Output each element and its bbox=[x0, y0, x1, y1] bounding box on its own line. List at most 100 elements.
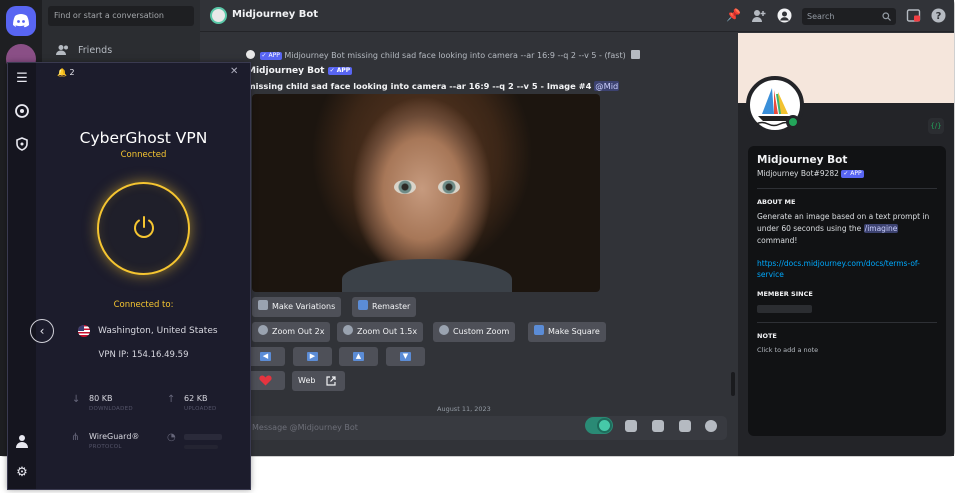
friends-icon bbox=[56, 45, 68, 55]
message-author[interactable]: Midjourney Bot ✓ APP bbox=[247, 66, 353, 76]
image-hoodie bbox=[342, 259, 512, 292]
message-text: missing child sad face looking into came… bbox=[247, 81, 620, 91]
zoom-out-1-5x-label: Zoom Out 1.5x bbox=[357, 327, 418, 336]
discord-logo-icon bbox=[13, 14, 29, 28]
uploaded-label: UPLOADED bbox=[184, 406, 217, 412]
pin-icon[interactable]: 📌 bbox=[726, 8, 741, 23]
make-variations-button[interactable]: Make Variations bbox=[252, 297, 342, 317]
image-left-eye bbox=[394, 180, 416, 194]
profile-name: Midjourney Bot bbox=[757, 154, 848, 166]
gift-icon[interactable] bbox=[625, 420, 637, 432]
search-input[interactable]: Search bbox=[802, 8, 896, 25]
pan-left-button[interactable]: ◀ bbox=[246, 347, 285, 366]
generated-image[interactable] bbox=[252, 94, 600, 292]
connection-status: Connected bbox=[120, 150, 167, 160]
new-badge-icon bbox=[358, 300, 368, 310]
member-since-value bbox=[757, 305, 812, 313]
server-location[interactable]: Washington, United States bbox=[78, 325, 218, 337]
arrow-right-icon: ▶ bbox=[307, 352, 318, 361]
friends-label: Friends bbox=[78, 44, 113, 56]
downloaded-value: 80 KB bbox=[89, 394, 113, 403]
message-placeholder: Message @Midjourney Bot bbox=[252, 423, 358, 432]
friends-nav-item[interactable]: Friends bbox=[56, 41, 191, 59]
reply-reference[interactable]: ✓ APP Midjourney Bot missing child sad f… bbox=[246, 50, 641, 60]
app-badge: ✓ APP bbox=[259, 51, 282, 60]
magnifier-icon bbox=[439, 325, 449, 335]
protocol-value: WireGuard® bbox=[89, 432, 140, 441]
nitro-gift-badge-icon[interactable] bbox=[585, 417, 613, 434]
author-name: Midjourney Bot bbox=[247, 66, 325, 76]
profile-app-badge: ✓ APP bbox=[841, 170, 864, 178]
power-icon bbox=[134, 216, 154, 238]
notifications[interactable]: 🔔 2 bbox=[57, 68, 75, 77]
remaster-button[interactable]: Remaster bbox=[352, 297, 417, 317]
downloaded-label: DOWNLOADED bbox=[89, 406, 133, 412]
channel-title: Midjourney Bot bbox=[232, 9, 319, 20]
author-app-badge: ✓ APP bbox=[327, 66, 353, 75]
about-me-header: ABOUT ME bbox=[757, 198, 796, 206]
close-icon[interactable]: ✕ bbox=[230, 66, 238, 77]
sparkle-icon bbox=[258, 300, 268, 310]
about-me-line-1: Generate an image based on a text prompt… bbox=[757, 212, 930, 221]
heart-icon bbox=[259, 375, 272, 386]
settings-gear-icon[interactable]: ⚙ bbox=[15, 466, 29, 480]
zoom-out-1-5x-button[interactable]: Zoom Out 1.5x bbox=[337, 322, 424, 342]
reply-text: Midjourney Bot missing child sad face lo… bbox=[284, 51, 626, 60]
menu-icon[interactable]: ☰ bbox=[15, 72, 29, 86]
discord-home-button[interactable] bbox=[6, 6, 36, 36]
expand-icon bbox=[534, 325, 544, 335]
cyberghost-window bbox=[7, 62, 251, 490]
profile-divider bbox=[757, 188, 937, 189]
message-prompt: missing child sad face looking into came… bbox=[247, 81, 592, 91]
bell-icon: 🔔 bbox=[57, 68, 67, 77]
external-link-icon bbox=[326, 376, 336, 386]
pan-right-button[interactable]: ▶ bbox=[293, 347, 332, 366]
favorite-button[interactable] bbox=[246, 371, 285, 390]
bot-avatar-icon bbox=[210, 7, 227, 24]
web-link-button[interactable]: Web bbox=[292, 371, 345, 391]
about-me-line-2: under 60 seconds using the /imagine bbox=[757, 224, 899, 233]
add-friends-to-dm-icon[interactable] bbox=[751, 8, 766, 23]
inbox-icon[interactable] bbox=[906, 8, 921, 23]
remaster-label: Remaster bbox=[372, 302, 411, 311]
user-mention[interactable]: @Mid bbox=[594, 81, 620, 91]
profile-tag-row: Midjourney Bot#9282 ✓ APP bbox=[757, 169, 864, 178]
back-chevron-button[interactable]: ‹ bbox=[30, 319, 54, 343]
gif-icon[interactable] bbox=[652, 420, 664, 432]
docs-link-line-2[interactable]: service bbox=[757, 270, 784, 279]
note-input[interactable]: Click to add a note bbox=[757, 346, 818, 354]
member-since-header: MEMBER SINCE bbox=[757, 290, 813, 298]
sticker-icon[interactable] bbox=[679, 420, 691, 432]
search-placeholder: Search bbox=[807, 12, 835, 21]
pan-up-button[interactable]: ▲ bbox=[339, 347, 378, 366]
emoji-icon[interactable] bbox=[705, 420, 717, 432]
arrow-down-icon: ▼ bbox=[400, 352, 411, 361]
connection-time-label bbox=[184, 445, 218, 449]
zoom-out-2x-button[interactable]: Zoom Out 2x bbox=[252, 322, 331, 342]
find-conversation-input[interactable]: Find or start a conversation bbox=[48, 6, 194, 26]
arrow-up-icon: ▲ bbox=[353, 352, 364, 361]
profile-divider bbox=[757, 322, 937, 323]
help-icon[interactable]: ? bbox=[931, 8, 946, 23]
custom-zoom-button[interactable]: Custom Zoom bbox=[433, 322, 516, 342]
reply-avatar-icon bbox=[246, 50, 255, 59]
profile-tag: Midjourney Bot#9282 bbox=[757, 169, 839, 178]
ghost-icon[interactable] bbox=[15, 104, 29, 118]
pan-down-button[interactable]: ▼ bbox=[386, 347, 425, 366]
shield-icon[interactable] bbox=[15, 137, 29, 151]
account-icon[interactable] bbox=[15, 434, 29, 448]
chat-scrollbar[interactable] bbox=[731, 372, 735, 396]
user-profile-icon[interactable] bbox=[777, 8, 792, 23]
magnifier-icon bbox=[343, 325, 353, 335]
magnifier-icon bbox=[258, 325, 268, 335]
make-square-button[interactable]: Make Square bbox=[528, 322, 606, 342]
note-header: NOTE bbox=[757, 332, 777, 340]
connection-time-icon: ◔ bbox=[167, 432, 176, 443]
imagine-command[interactable]: /imagine bbox=[863, 224, 899, 233]
connected-to-label: Connected to: bbox=[113, 300, 174, 310]
image-icon bbox=[631, 50, 641, 59]
docs-link-line-1[interactable]: https://docs.midjourney.com/docs/terms-o… bbox=[757, 259, 920, 268]
slash-commands-badge[interactable]: {/} bbox=[928, 118, 944, 134]
date-separator: August 11, 2023 bbox=[437, 405, 491, 413]
upload-arrow-icon: ↑ bbox=[167, 394, 176, 405]
